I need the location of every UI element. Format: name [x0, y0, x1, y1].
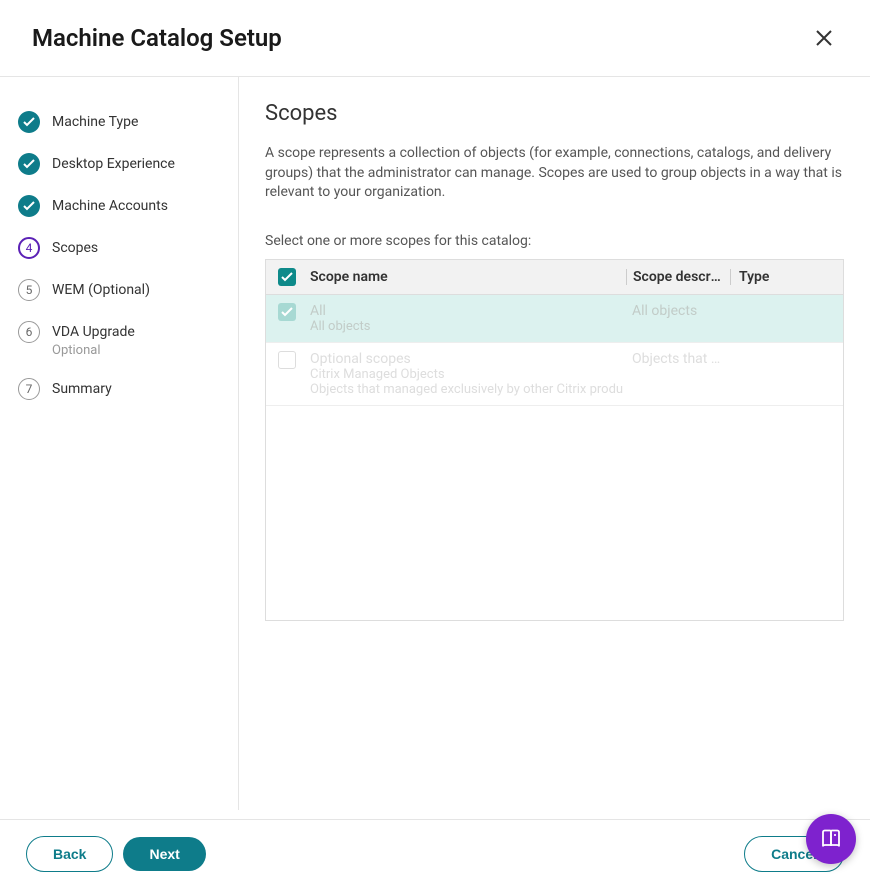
table-body: All All objects All objects Optional sco… [266, 295, 843, 620]
row-sub: Citrix Managed Objects [310, 367, 626, 382]
step-number: 6 [26, 325, 33, 339]
row-name: Optional scopes [310, 351, 626, 367]
help-fab[interactable] [806, 814, 856, 864]
step-machine-accounts[interactable]: Machine Accounts [18, 185, 226, 227]
table-row[interactable]: Optional scopes Citrix Managed Objects O… [266, 343, 843, 406]
book-sparkle-icon [819, 827, 843, 851]
close-icon [813, 27, 835, 49]
step-label-wrap: VDA Upgrade Optional [52, 321, 135, 358]
select-instruction: Select one or more scopes for this catal… [265, 233, 844, 249]
row-desc: All objects [626, 303, 731, 319]
wizard-header: Machine Catalog Setup [0, 0, 870, 77]
column-header-type[interactable]: Type [731, 269, 831, 285]
row-check-cell [278, 303, 310, 321]
next-button[interactable]: Next [123, 837, 205, 871]
step-indicator-pending: 6 [18, 321, 40, 343]
step-indicator-completed [18, 153, 40, 175]
panel-title: Scopes [265, 101, 844, 126]
back-button[interactable]: Back [26, 836, 113, 872]
step-label: Summary [52, 378, 112, 400]
step-machine-type[interactable]: Machine Type [18, 101, 226, 143]
step-indicator-completed [18, 111, 40, 133]
page-title: Machine Catalog Setup [32, 24, 282, 52]
row-checkbox[interactable] [278, 303, 296, 321]
step-vda-upgrade[interactable]: 6 VDA Upgrade Optional [18, 311, 226, 368]
step-indicator-pending: 7 [18, 378, 40, 400]
step-number: 7 [26, 382, 33, 396]
check-icon [281, 307, 293, 317]
table-row[interactable]: All All objects All objects [266, 295, 843, 343]
step-indicator-completed [18, 195, 40, 217]
step-label: Machine Type [52, 111, 138, 133]
step-label: Scopes [52, 237, 98, 259]
select-all-checkbox[interactable] [278, 268, 296, 286]
step-indicator-pending: 5 [18, 279, 40, 301]
step-scopes[interactable]: 4 Scopes [18, 227, 226, 269]
check-icon [23, 117, 35, 127]
row-desc: Objects that m… [626, 351, 731, 367]
step-label: VDA Upgrade [52, 324, 135, 340]
check-icon [23, 159, 35, 169]
step-label: WEM (Optional) [52, 279, 150, 301]
step-wem[interactable]: 5 WEM (Optional) [18, 269, 226, 311]
step-indicator-active: 4 [18, 237, 40, 259]
scope-table: Scope name Scope descrip… Type All All o… [265, 259, 844, 621]
main-panel: Scopes A scope represents a collection o… [239, 77, 870, 810]
column-header-desc[interactable]: Scope descrip… [626, 269, 731, 285]
footer-left: Back Next [26, 836, 206, 872]
step-sublabel: Optional [52, 343, 135, 358]
row-name-block: Optional scopes Citrix Managed Objects O… [310, 351, 626, 397]
wizard-sidebar: Machine Type Desktop Experience Machine … [0, 77, 239, 810]
row-name-block: All All objects [310, 303, 626, 334]
column-header-name[interactable]: Scope name [310, 269, 626, 285]
close-button[interactable] [810, 24, 838, 52]
row-name: All [310, 303, 626, 319]
step-label: Machine Accounts [52, 195, 168, 217]
step-label: Desktop Experience [52, 153, 175, 175]
row-sub2: Objects that managed exclusively by othe… [310, 382, 626, 397]
table-header-row: Scope name Scope descrip… Type [266, 260, 843, 295]
step-number: 5 [26, 283, 33, 297]
step-number: 4 [26, 241, 33, 255]
select-all-cell [278, 268, 310, 286]
row-sub: All objects [310, 319, 626, 334]
panel-description: A scope represents a collection of objec… [265, 144, 844, 203]
row-check-cell [278, 351, 310, 369]
check-icon [23, 201, 35, 211]
wizard-footer: Back Next Cancel [0, 819, 870, 888]
step-summary[interactable]: 7 Summary [18, 368, 226, 410]
check-icon [281, 272, 293, 282]
content-area: Machine Type Desktop Experience Machine … [0, 77, 870, 810]
row-checkbox[interactable] [278, 351, 296, 369]
step-desktop-experience[interactable]: Desktop Experience [18, 143, 226, 185]
